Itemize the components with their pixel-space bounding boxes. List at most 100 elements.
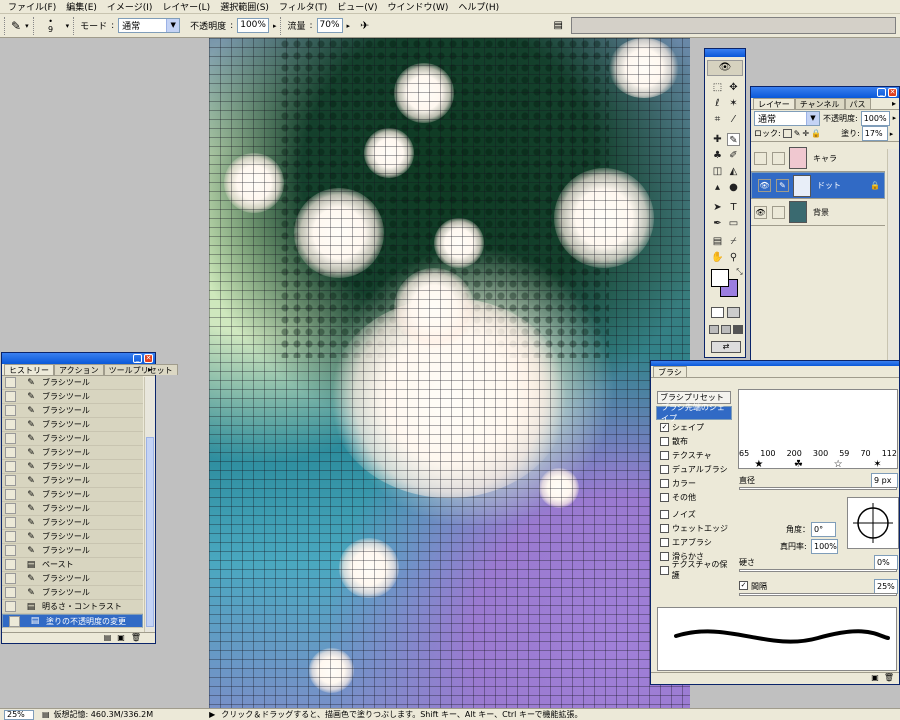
brush-option[interactable]: テクスチャの保護: [656, 560, 732, 580]
brush-tool-icon[interactable]: ✎: [727, 133, 740, 146]
history-source-checkbox[interactable]: [5, 405, 16, 416]
blur-tool-icon[interactable]: ▴: [711, 181, 724, 194]
history-source-checkbox[interactable]: [5, 419, 16, 430]
brush-option-checkbox[interactable]: [660, 537, 669, 547]
history-item[interactable]: ✎ ブラシツール: [2, 502, 143, 516]
quick-mask-on-button[interactable]: [727, 307, 740, 318]
brush-size-label[interactable]: 300: [813, 449, 828, 458]
brush-option-checkbox[interactable]: [660, 450, 669, 460]
close-icon[interactable]: ✕: [888, 88, 897, 97]
lasso-tool-icon[interactable]: ℓ: [711, 97, 724, 110]
tab-brushes[interactable]: ブラシ: [653, 366, 687, 377]
hardness-input[interactable]: 0%: [874, 555, 898, 570]
history-item[interactable]: ✎ ブラシツール: [2, 460, 143, 474]
history-source-checkbox[interactable]: [5, 489, 16, 500]
brush-tool-icon[interactable]: ✎: [11, 19, 21, 33]
panel-menu-icon[interactable]: ▸: [892, 99, 896, 108]
quick-mask-off-button[interactable]: [711, 307, 724, 318]
tab-tool-presets[interactable]: ツールプリセット: [103, 364, 178, 375]
brush-tip-star-icon[interactable]: ☆: [834, 459, 843, 470]
pen-tool-icon[interactable]: ✒: [711, 217, 724, 230]
tab-layers[interactable]: レイヤー: [753, 98, 795, 109]
slice-tool-icon[interactable]: ⁄: [727, 113, 740, 126]
layer-opacity-input[interactable]: 100%: [860, 110, 890, 126]
history-item[interactable]: ▤ ペースト: [2, 558, 143, 572]
diameter-slider[interactable]: [739, 487, 897, 490]
tab-history[interactable]: ヒストリー: [4, 364, 54, 375]
history-item[interactable]: ✎ ブラシツール: [2, 488, 143, 502]
hand-tool-icon[interactable]: ✋: [711, 251, 724, 264]
history-item[interactable]: ✎ ブラシツール: [2, 516, 143, 530]
brush-size-label[interactable]: 65: [739, 449, 749, 458]
roundness-input[interactable]: 100%: [811, 539, 838, 554]
spacing-input[interactable]: 25%: [874, 579, 898, 594]
spacing-slider[interactable]: [739, 593, 897, 596]
brush-option-checkbox[interactable]: [660, 436, 669, 446]
brush-link-icon[interactable]: [772, 151, 785, 165]
history-item[interactable]: ✎ ブラシツール: [2, 530, 143, 544]
history-source-checkbox[interactable]: [5, 447, 16, 458]
brush-option-checkbox[interactable]: [660, 523, 669, 533]
diameter-input[interactable]: 9 px: [871, 473, 898, 488]
brush-tip-star-icon[interactable]: ★: [754, 459, 763, 470]
brush-option[interactable]: その他: [656, 490, 732, 504]
magic-wand-tool-icon[interactable]: ✶: [727, 97, 740, 110]
history-titlebar[interactable]: _ ✕: [2, 353, 155, 364]
tab-paths[interactable]: パス: [844, 98, 871, 109]
history-item[interactable]: ✎ ブラシツール: [2, 474, 143, 488]
brush-size-label[interactable]: 59: [839, 449, 849, 458]
minimize-icon[interactable]: _: [877, 88, 886, 97]
history-source-checkbox[interactable]: [5, 531, 16, 542]
history-item[interactable]: ✎ ブラシツール: [2, 432, 143, 446]
spacing-checkbox[interactable]: ✓: [739, 581, 748, 590]
opacity-arrow-icon[interactable]: ▸: [273, 22, 277, 30]
flow-arrow-icon[interactable]: ▸: [347, 22, 351, 30]
history-source-checkbox[interactable]: [5, 601, 16, 612]
history-source-checkbox[interactable]: [5, 391, 16, 402]
shape-tool-icon[interactable]: ▭: [727, 217, 740, 230]
brush-tip-star-icon[interactable]: ✶: [873, 459, 881, 470]
history-item[interactable]: ✎ ブラシツール: [2, 418, 143, 432]
brush-link-icon[interactable]: ✎: [776, 179, 789, 192]
history-source-checkbox[interactable]: [5, 559, 16, 570]
brush-option-checkbox[interactable]: [660, 464, 669, 474]
tab-channels[interactable]: チャンネル: [794, 98, 845, 109]
brush-option-checkbox[interactable]: [660, 509, 669, 519]
opacity-arrow-icon[interactable]: ▸: [893, 114, 897, 122]
history-source-checkbox[interactable]: [5, 545, 16, 556]
zoom-tool-icon[interactable]: ⚲: [727, 251, 740, 264]
document-info-icon[interactable]: ▤: [42, 710, 50, 719]
history-source-checkbox[interactable]: [5, 475, 16, 486]
lock-position-icon[interactable]: ✛: [802, 129, 809, 138]
brush-option[interactable]: デュアルブラシ: [656, 462, 732, 476]
history-item[interactable]: ✎ ブラシツール: [2, 404, 143, 418]
lock-image-icon[interactable]: ✎: [794, 129, 801, 138]
panel-menu-icon[interactable]: ▸: [148, 365, 152, 374]
angle-input[interactable]: 0°: [811, 522, 836, 537]
brush-option[interactable]: ノイズ: [656, 507, 732, 521]
move-tool-icon[interactable]: ✥: [727, 81, 740, 94]
history-item[interactable]: ✎ ブラシツール: [2, 376, 143, 390]
brush-tip-shape-icon[interactable]: ☘: [794, 459, 803, 470]
eraser-tool-icon[interactable]: ◫: [711, 165, 724, 178]
zoom-field[interactable]: 25%: [4, 709, 34, 720]
path-selection-tool-icon[interactable]: ➤: [711, 201, 724, 214]
brush-link-icon[interactable]: [772, 205, 785, 219]
clone-stamp-tool-icon[interactable]: ♣: [711, 149, 724, 162]
healing-brush-tool-icon[interactable]: ✚: [711, 133, 724, 146]
jump-to-imageready-button[interactable]: ⇄: [711, 341, 741, 353]
menu-item[interactable]: ビュー(V): [332, 0, 382, 13]
layer-row[interactable]: 👁 背景: [751, 199, 885, 226]
palette-well-icon[interactable]: ▤: [554, 20, 563, 31]
mode-select[interactable]: 通常 ▼: [118, 18, 181, 33]
history-brush-tool-icon[interactable]: ✐: [727, 149, 740, 162]
history-item[interactable]: ✎ ブラシツール: [2, 586, 143, 600]
history-item[interactable]: ✎ ブラシツール: [2, 572, 143, 586]
menu-item[interactable]: ヘルプ(H): [453, 0, 504, 13]
close-icon[interactable]: ✕: [144, 354, 153, 363]
lock-all-icon[interactable]: 🔒: [811, 129, 821, 138]
fill-arrow-icon[interactable]: ▸: [890, 130, 894, 138]
marquee-tool-icon[interactable]: ⬚: [711, 81, 724, 94]
crop-tool-icon[interactable]: ⌗: [711, 113, 724, 126]
dodge-tool-icon[interactable]: ●: [727, 181, 740, 194]
